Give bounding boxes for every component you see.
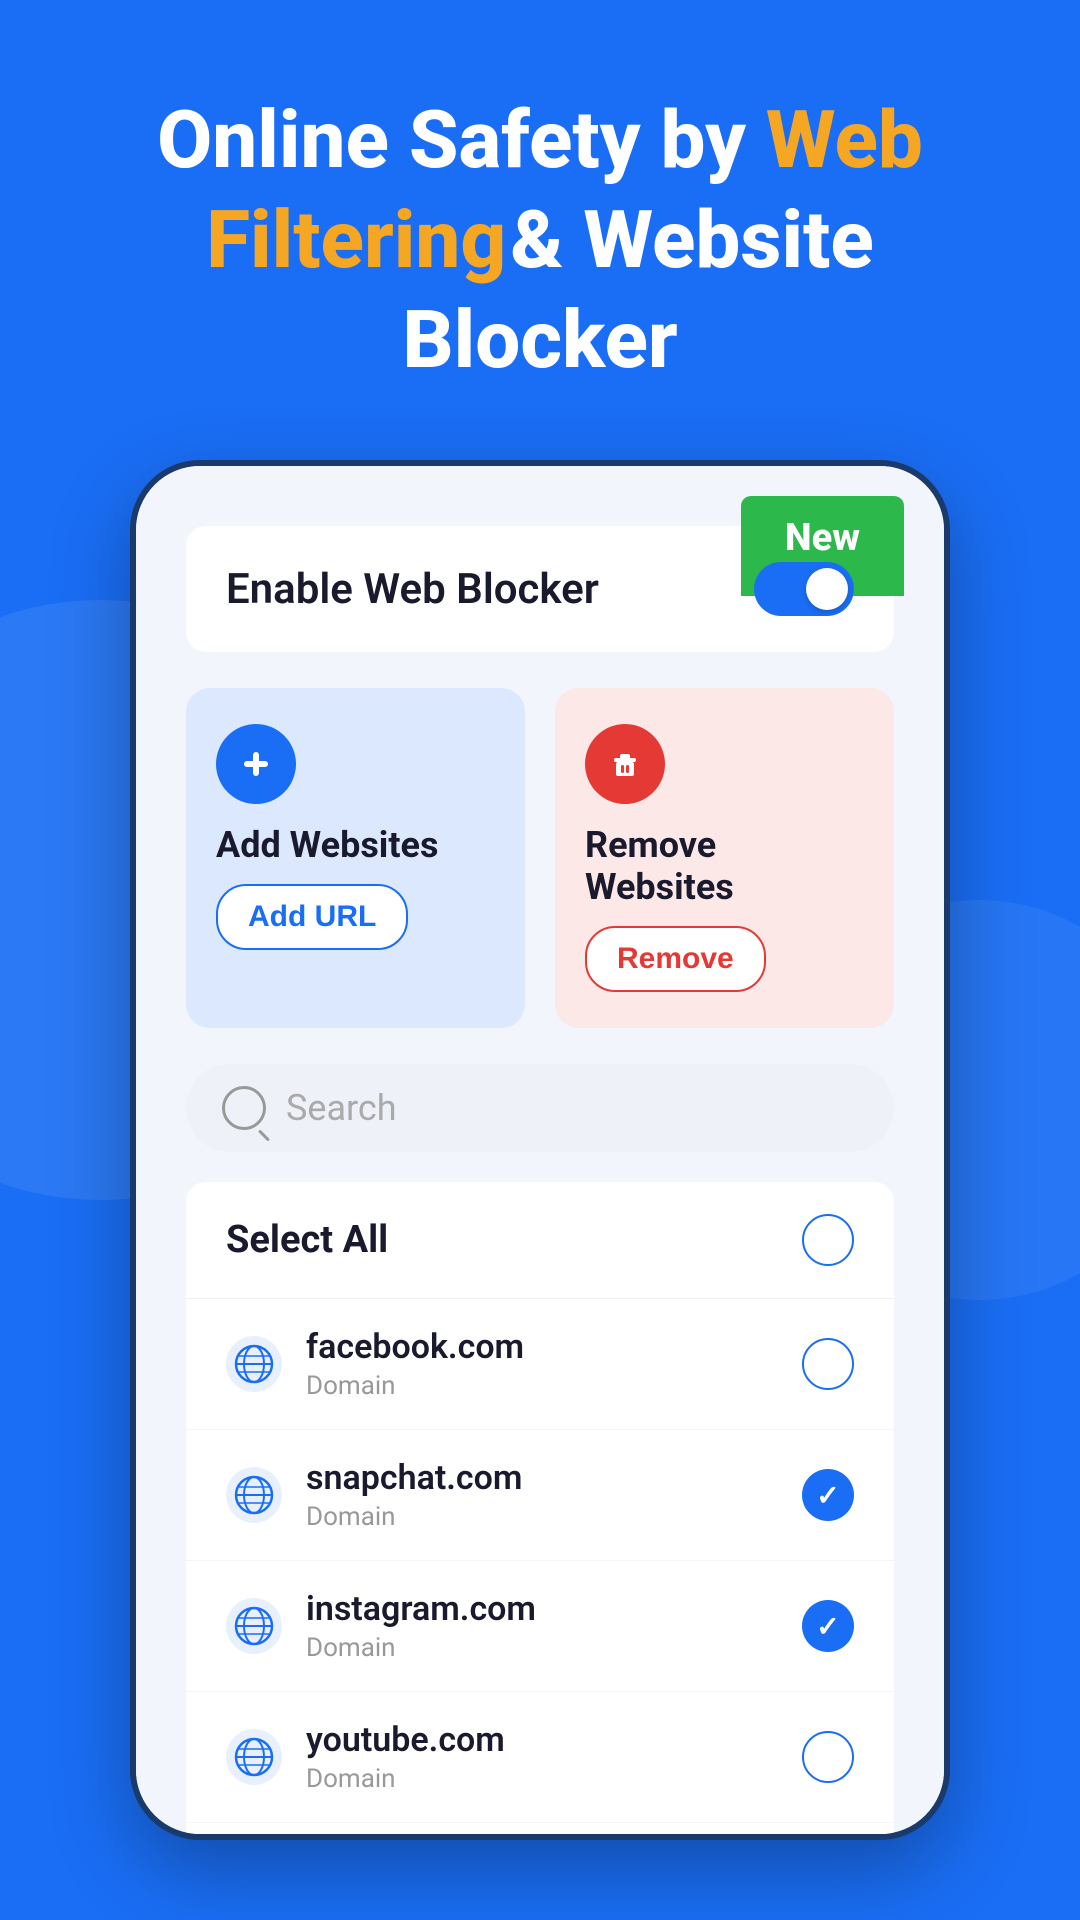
add-websites-card: Add Websites Add URL: [186, 688, 525, 1028]
add-icon-container: [216, 724, 296, 804]
domain-name: facebook.com: [306, 1327, 778, 1367]
enable-blocker-toggle[interactable]: [754, 562, 854, 616]
phone-mockup: New Enable Web Blocker: [130, 460, 950, 1840]
plus-icon: [234, 742, 278, 786]
domain-item[interactable]: instagram.com Domain ✓: [186, 1561, 894, 1692]
domain-checkbox-checked[interactable]: ✓: [802, 1600, 854, 1652]
action-cards: Add Websites Add URL: [186, 688, 894, 1028]
domain-checkbox-checked[interactable]: ✓: [802, 1469, 854, 1521]
search-bar[interactable]: Search: [186, 1064, 894, 1152]
domain-item[interactable]: snapchat.com Domain ✓: [186, 1430, 894, 1561]
globe-icon: [226, 1336, 282, 1392]
domain-type: Domain: [306, 1633, 778, 1663]
add-url-button[interactable]: Add URL: [216, 884, 408, 950]
select-all-row[interactable]: Select All: [186, 1182, 894, 1299]
enable-blocker-label: Enable Web Blocker: [226, 565, 599, 614]
accent-filtering: Filtering: [206, 193, 506, 287]
remove-button[interactable]: Remove: [585, 926, 766, 992]
domain-info: youtube.com Domain: [306, 1720, 778, 1794]
remove-icon-container: [585, 724, 665, 804]
globe-icon: [226, 1467, 282, 1523]
domain-info: facebook.com Domain: [306, 1327, 778, 1401]
domain-item[interactable]: facebook.com Domain: [186, 1299, 894, 1430]
domain-type: Domain: [306, 1764, 778, 1794]
globe-icon: [226, 1729, 282, 1785]
domain-info: snapchat.com Domain: [306, 1458, 778, 1532]
domain-type: Domain: [306, 1502, 778, 1532]
remove-websites-card: Remove Websites Remove: [555, 688, 894, 1028]
domain-item[interactable]: youtube.com Domain: [186, 1692, 894, 1823]
page-header: Online Safety by Web Filtering & Website…: [97, 90, 983, 390]
add-websites-title: Add Websites: [216, 824, 495, 866]
new-badge-label: New: [785, 516, 860, 560]
domain-name: snapchat.com: [306, 1458, 778, 1498]
select-all-label: Select All: [226, 1218, 388, 1262]
domain-checkbox-empty[interactable]: [802, 1731, 854, 1783]
domain-name: youtube.com: [306, 1720, 778, 1760]
accent-web: Web: [766, 93, 923, 187]
search-placeholder: Search: [286, 1087, 397, 1129]
globe-icon: [226, 1598, 282, 1654]
domain-items-container: facebook.com Domain snapchat.com Domain …: [186, 1299, 894, 1840]
domain-list: Select All facebook.com Domain: [186, 1182, 894, 1840]
header-blocker: Blocker: [402, 293, 677, 387]
domain-checkbox-empty[interactable]: [802, 1338, 854, 1390]
domain-name: instagram.com: [306, 1589, 778, 1629]
remove-websites-title: Remove Websites: [585, 824, 864, 908]
domain-type: Domain: [306, 1371, 778, 1401]
domain-item[interactable]: tinder.com Domain ✓: [186, 1823, 894, 1840]
select-all-checkbox[interactable]: [802, 1214, 854, 1266]
domain-info: instagram.com Domain: [306, 1589, 778, 1663]
trash-icon: [603, 742, 647, 786]
toggle-knob: [806, 568, 848, 610]
search-icon: [222, 1086, 266, 1130]
